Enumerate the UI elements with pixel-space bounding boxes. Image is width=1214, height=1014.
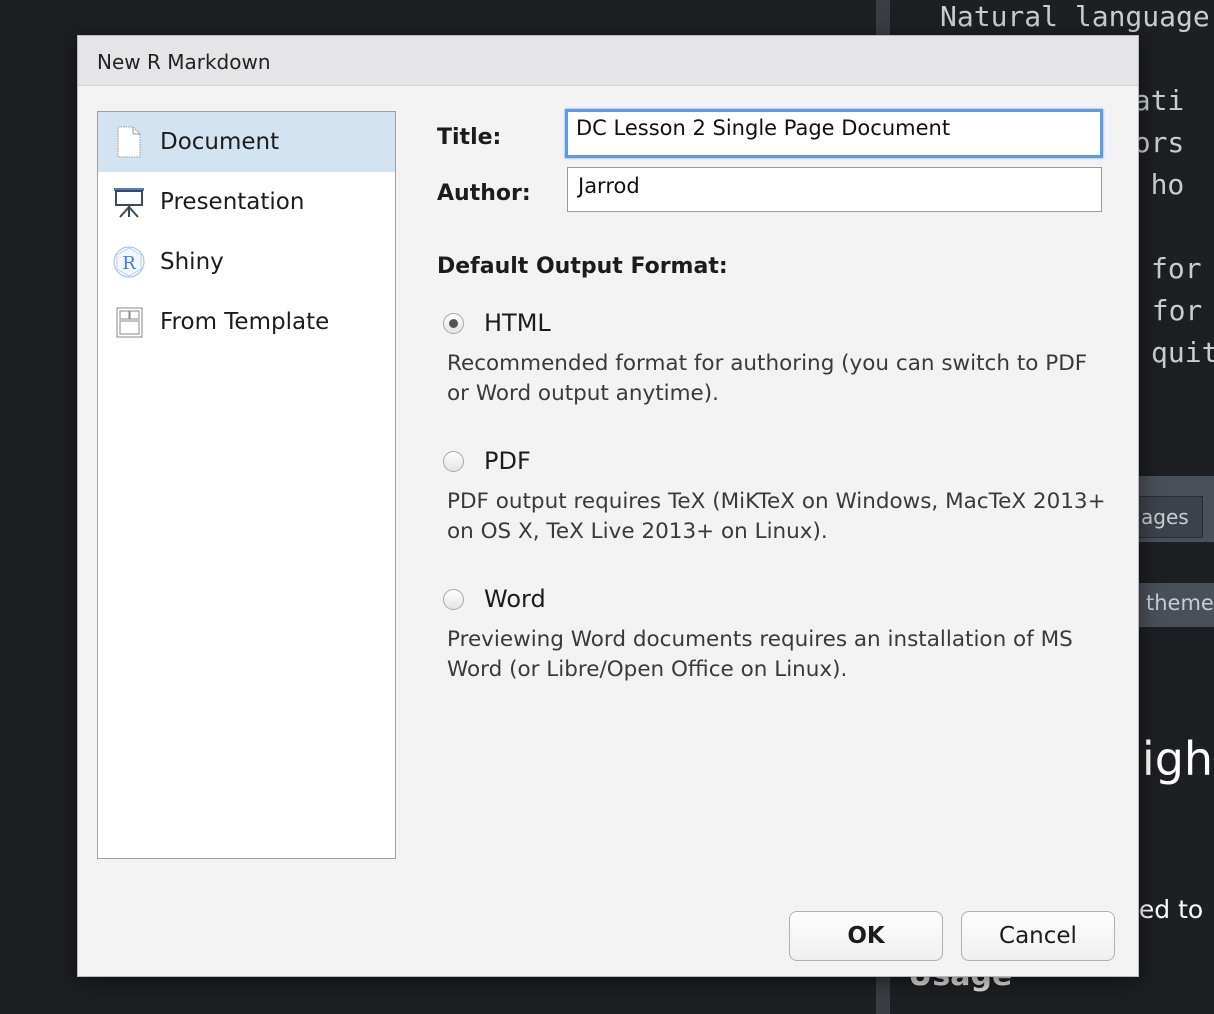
- sidebar-item-from-template[interactable]: From Template: [98, 292, 395, 352]
- shiny-icon: R: [113, 246, 145, 278]
- radio-pdf[interactable]: PDF: [443, 447, 531, 475]
- bg-code-line: for: [1151, 252, 1202, 285]
- template-icon: [116, 307, 143, 338]
- title-label: Title:: [437, 125, 502, 150]
- svg-text:R: R: [122, 253, 136, 274]
- author-label: Author:: [437, 181, 531, 206]
- sidebar-item-document[interactable]: Document: [98, 112, 395, 172]
- author-input[interactable]: Jarrod: [567, 167, 1102, 212]
- bg-code-line: quit: [1151, 336, 1214, 369]
- output-format-label: Default Output Format:: [437, 254, 728, 279]
- radio-button[interactable]: [443, 588, 464, 610]
- sidebar-item-presentation[interactable]: Presentation: [98, 172, 395, 232]
- cancel-button[interactable]: Cancel: [961, 911, 1115, 961]
- bg-theme-text: theme: [1146, 591, 1214, 615]
- sidebar-item-shiny[interactable]: R Shiny: [98, 232, 395, 292]
- radio-button[interactable]: [443, 450, 464, 472]
- word-description: Previewing Word documents requires an in…: [447, 627, 1073, 682]
- bg-code-line: Natural language: [940, 0, 1210, 33]
- html-description: Recommended format for authoring (you ca…: [447, 351, 1088, 406]
- document-type-list: Document Presentation R Shiny From Templ…: [97, 111, 396, 859]
- radio-button[interactable]: [443, 312, 464, 334]
- radio-html[interactable]: HTML: [443, 309, 551, 337]
- title-input[interactable]: DC Lesson 2 Single Page Document: [565, 109, 1103, 158]
- document-icon: [117, 126, 141, 158]
- pdf-description: PDF output requires TeX (MiKTeX on Windo…: [447, 489, 1106, 544]
- new-r-markdown-dialog: New R Markdown Document Presentation R S…: [77, 35, 1139, 977]
- presentation-icon: [114, 188, 144, 218]
- radio-word[interactable]: Word: [443, 585, 546, 613]
- ok-button[interactable]: OK: [789, 911, 943, 961]
- dialog-title: New R Markdown: [78, 36, 1138, 86]
